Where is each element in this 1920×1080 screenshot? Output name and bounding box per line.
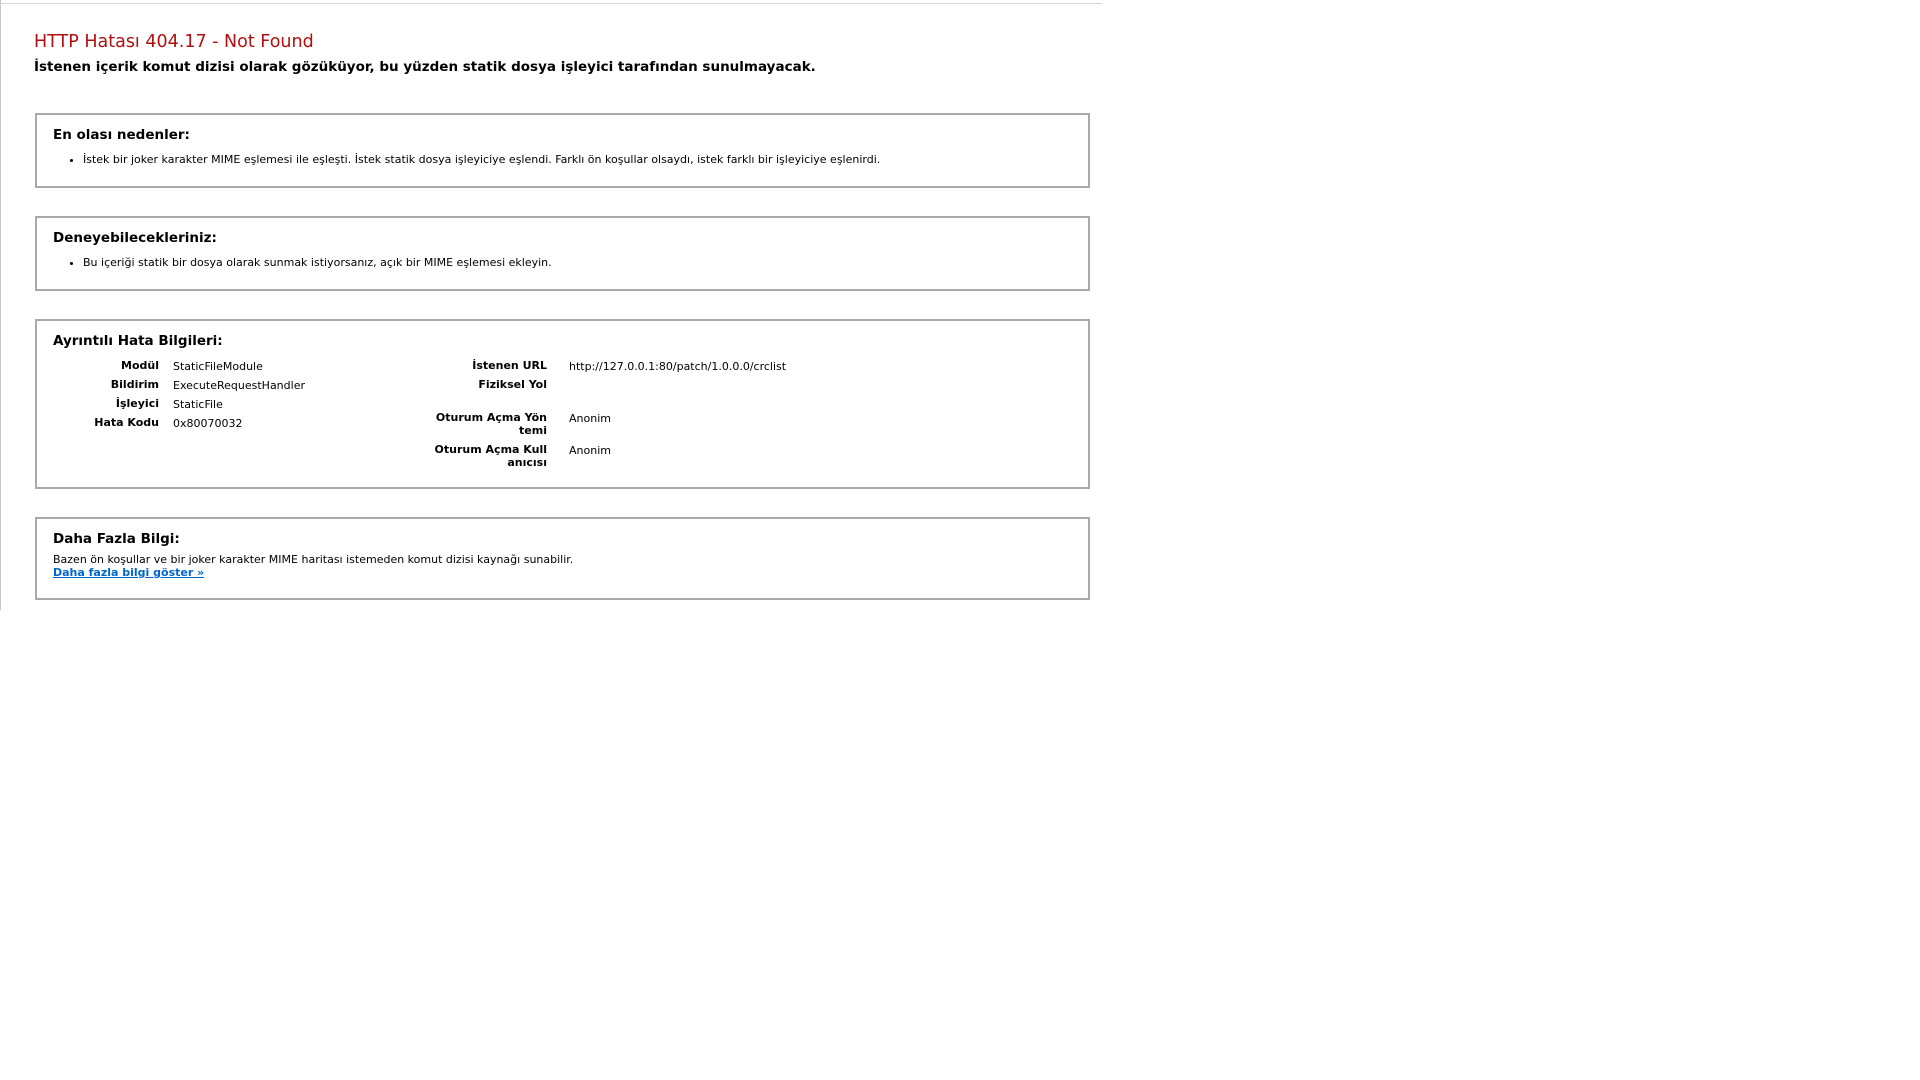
detail-value-handler: StaticFile (173, 398, 223, 411)
window-top-edge (0, 3, 1102, 4)
error-subtitle: İstenen içerik komut dizisi olarak gözük… (34, 59, 816, 75)
detail-value-module: StaticFileModule (173, 360, 263, 373)
details-title: Ayrıntılı Hata Bilgileri: (53, 333, 223, 349)
detail-value-notification: ExecuteRequestHandler (173, 379, 305, 392)
detail-label-notification: Bildirim (110, 378, 159, 391)
detail-value-requested-url: http://127.0.0.1:80/patch/1.0.0.0/crclis… (569, 360, 787, 373)
try-box: Deneyebilecekleriniz: Bu içeriği statik … (35, 216, 1090, 291)
window-left-edge (0, 0, 1, 610)
list-item: İstek bir joker karakter MIME eşlemesi i… (83, 153, 880, 167)
detail-label-logon-method: Oturum Açma Yön (435, 411, 547, 424)
more-info-box: Daha Fazla Bilgi: Bazen ön koşullar ve b… (35, 517, 1090, 600)
detail-value-logon-method: Anonim (569, 412, 611, 425)
try-list: Bu içeriği statik bir dosya olarak sunma… (53, 256, 552, 270)
more-info-text: Bazen ön koşullar ve bir joker karakter … (53, 553, 574, 566)
causes-box: En olası nedenler: İstek bir joker karak… (35, 113, 1090, 188)
detail-label-error-code: Hata Kodu (94, 416, 159, 429)
detail-label-requested-url: İstenen URL (472, 359, 547, 372)
detail-label-physical-path: Fiziksel Yol (478, 378, 547, 391)
more-info-link[interactable]: Daha fazla bilgi göster » (53, 566, 204, 579)
error-page: HTTP Hatası 404.17 - Not Found İstenen i… (34, 30, 1094, 600)
causes-list: İstek bir joker karakter MIME eşlemesi i… (53, 153, 880, 167)
list-item: Bu içeriği statik bir dosya olarak sunma… (83, 256, 552, 270)
detail-label-logon-method-cont: temi (519, 423, 547, 437)
detail-label-logon-user-cont: anıcısı (507, 455, 547, 469)
details-box: Ayrıntılı Hata Bilgileri: Modül StaticFi… (35, 319, 1090, 489)
more-info-title: Daha Fazla Bilgi: (53, 531, 180, 547)
detail-label-handler: İşleyici (115, 397, 159, 410)
try-title: Deneyebilecekleriniz: (53, 230, 217, 246)
detail-label-logon-user: Oturum Açma Kull (434, 443, 547, 456)
error-title: HTTP Hatası 404.17 - Not Found (34, 32, 314, 52)
detail-label-module: Modül (121, 359, 159, 372)
detail-value-logon-user: Anonim (569, 444, 611, 457)
detail-value-error-code: 0x80070032 (173, 417, 243, 430)
causes-title: En olası nedenler: (53, 127, 190, 143)
